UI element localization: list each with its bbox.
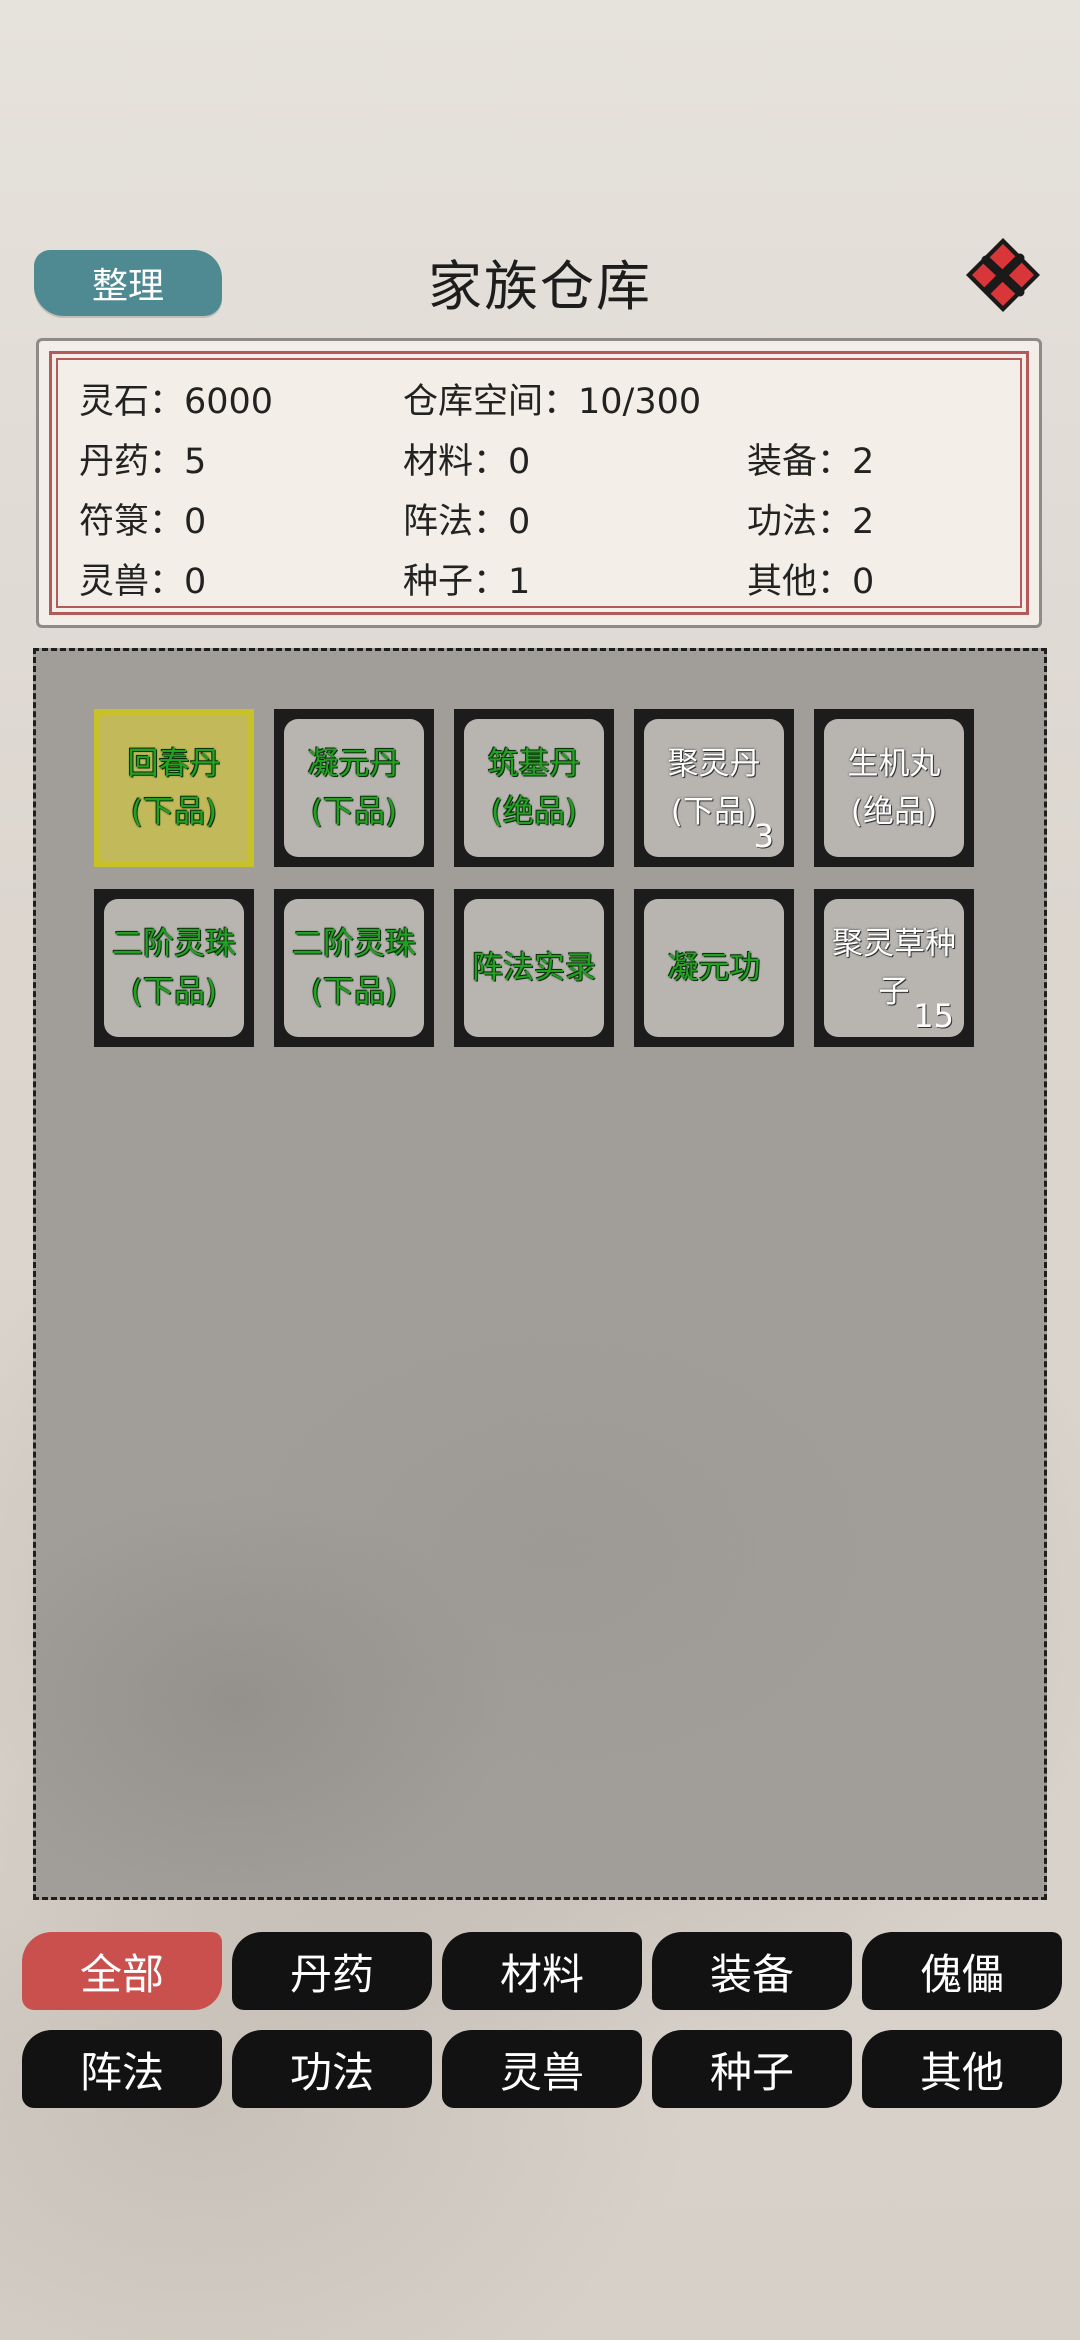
- inventory-item-name: 回春丹 (下品): [100, 740, 248, 836]
- inventory-item[interactable]: 回春丹 (下品): [94, 709, 254, 867]
- stat-storage-space: 仓库空间：10/300: [403, 382, 702, 422]
- inventory-item-slot: 二阶灵珠 (下品): [104, 899, 244, 1037]
- item-name-line: 二阶灵珠: [292, 926, 416, 962]
- inventory-item-slot: 聚灵丹 (下品) 3: [644, 719, 784, 857]
- item-name-line: (下品): [130, 794, 218, 830]
- item-name-line: (绝品): [490, 794, 578, 830]
- inventory-item[interactable]: 聚灵丹 (下品) 3: [634, 709, 794, 867]
- inventory-item-name: 二阶灵珠 (下品): [284, 920, 424, 1016]
- inventory-item-slot: 凝元丹 (下品): [284, 719, 424, 857]
- item-name-line: (绝品): [850, 794, 938, 830]
- inventory-item[interactable]: 聚灵草种子 15: [814, 889, 974, 1047]
- inventory-item-name: 生机丸 (绝品): [824, 740, 964, 836]
- inventory-item-name: 二阶灵珠 (下品): [104, 920, 244, 1016]
- stat-techniques: 功法：2: [747, 502, 875, 542]
- inventory-item[interactable]: 阵法实录: [454, 889, 614, 1047]
- inventory-item-slot: 生机丸 (绝品): [824, 719, 964, 857]
- stat-others: 其他：0: [747, 562, 875, 602]
- item-name-line: 回春丹: [127, 746, 221, 782]
- item-count: 15: [913, 997, 954, 1035]
- category-tab[interactable]: 其他: [862, 2030, 1062, 2108]
- inventory-item[interactable]: 二阶灵珠 (下品): [274, 889, 434, 1047]
- category-tab[interactable]: 功法: [232, 2030, 432, 2108]
- item-name-line: 凝元功: [667, 950, 761, 986]
- category-tab[interactable]: 阵法: [22, 2030, 222, 2108]
- inventory-item-slot: 回春丹 (下品): [100, 715, 248, 861]
- page-title: 家族仓库: [428, 255, 652, 318]
- inventory-item-name: 凝元丹 (下品): [284, 740, 424, 836]
- inventory-item-name: 筑基丹 (绝品): [464, 740, 604, 836]
- item-name-line: (下品): [130, 974, 218, 1010]
- inventory-item-name: 凝元功: [644, 944, 784, 992]
- item-name-line: 凝元丹: [307, 746, 401, 782]
- item-count: 3: [753, 817, 774, 855]
- item-name-line: 生机丸: [847, 746, 941, 782]
- close-button[interactable]: [962, 234, 1044, 316]
- stat-formations: 阵法：0: [403, 502, 531, 542]
- category-tab[interactable]: 傀儡: [862, 1932, 1062, 2010]
- inventory-item[interactable]: 生机丸 (绝品): [814, 709, 974, 867]
- inventory-grid: 回春丹 (下品) 凝元丹 (下品) 筑基丹 (绝品) 聚灵丹 (下品) 3 生机丸 (绝品) 二阶灵珠…: [33, 648, 1047, 1900]
- item-name-line: 二阶灵珠: [112, 926, 236, 962]
- category-tab[interactable]: 全部: [22, 1932, 222, 2010]
- category-tab[interactable]: 丹药: [232, 1932, 432, 2010]
- item-name-line: (下品): [310, 794, 398, 830]
- stat-seeds: 种子：1: [403, 562, 531, 602]
- inventory-item-slot: 聚灵草种子 15: [824, 899, 964, 1037]
- inventory-item-slot: 凝元功: [644, 899, 784, 1037]
- item-name-line: 聚灵草种: [832, 926, 956, 962]
- stat-beasts: 灵兽：0: [79, 562, 207, 602]
- item-name-line: 筑基丹: [487, 746, 581, 782]
- inventory-item[interactable]: 二阶灵珠 (下品): [94, 889, 254, 1047]
- stat-materials: 材料：0: [403, 442, 531, 482]
- inventory-item-slot: 筑基丹 (绝品): [464, 719, 604, 857]
- stat-pills: 丹药：5: [79, 442, 207, 482]
- warehouse-stats-panel: 灵石：6000 仓库空间：10/300 丹药：5 材料：0 装备：2 符箓：0 …: [36, 338, 1042, 628]
- inventory-item-slot: 二阶灵珠 (下品): [284, 899, 424, 1037]
- item-name-line: 阵法实录: [472, 950, 596, 986]
- category-tab[interactable]: 装备: [652, 1932, 852, 2010]
- category-tab[interactable]: 材料: [442, 1932, 642, 2010]
- item-name-line: (下品): [310, 974, 398, 1010]
- inventory-item[interactable]: 凝元丹 (下品): [274, 709, 434, 867]
- item-name-line: 聚灵丹: [667, 746, 761, 782]
- stat-equipment: 装备：2: [747, 442, 875, 482]
- inventory-item[interactable]: 筑基丹 (绝品): [454, 709, 614, 867]
- close-icon: [966, 238, 1040, 312]
- category-tab[interactable]: 灵兽: [442, 2030, 642, 2108]
- category-tab[interactable]: 种子: [652, 2030, 852, 2108]
- inventory-item-slot: 阵法实录: [464, 899, 604, 1037]
- inventory-item-name: 阵法实录: [464, 944, 604, 992]
- stat-talismans: 符箓：0: [79, 502, 207, 542]
- inventory-item[interactable]: 凝元功: [634, 889, 794, 1047]
- stat-spirit-stone: 灵石：6000: [79, 382, 274, 422]
